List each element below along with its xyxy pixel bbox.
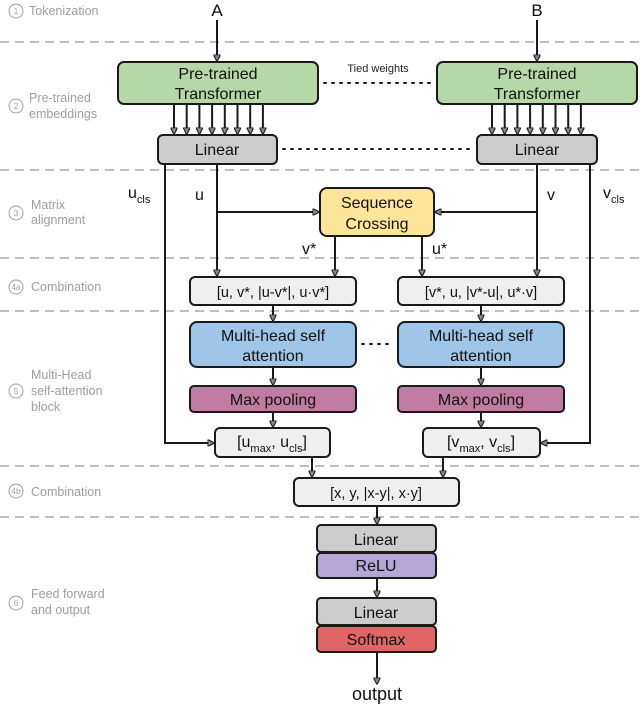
svg-text:Linear: Linear <box>354 605 399 622</box>
svg-text:embeddings: embeddings <box>29 107 97 121</box>
svg-text:2: 2 <box>14 102 19 111</box>
svg-text:and output: and output <box>31 603 91 617</box>
svg-text:attention: attention <box>242 348 303 365</box>
svg-text:Tokenization: Tokenization <box>29 4 99 18</box>
svg-text:Feed forward: Feed forward <box>31 587 105 601</box>
svg-text:Pre-trained: Pre-trained <box>178 66 257 83</box>
svg-text:Transformer: Transformer <box>175 86 262 103</box>
ffn-relu: ReLU <box>316 552 437 579</box>
transformer-left: Pre-trained Transformer <box>117 61 319 105</box>
pooled-right: [vmax, vcls] <box>422 427 541 458</box>
svg-text:3: 3 <box>14 209 19 218</box>
ffn-softmax: Softmax <box>316 625 437 653</box>
linear-right: Linear <box>476 134 598 165</box>
svg-text:block: block <box>31 400 61 414</box>
svg-text:ReLU: ReLU <box>356 558 397 575</box>
svg-text:4a: 4a <box>12 283 21 292</box>
svg-text:Max pooling: Max pooling <box>438 392 524 409</box>
svg-text:Linear: Linear <box>195 142 240 159</box>
svg-text:Linear: Linear <box>515 142 560 159</box>
svg-text:Transformer: Transformer <box>494 86 581 103</box>
svg-text:[v*, u, |v*-u|, u*·v]: [v*, u, |v*-u|, u*·v] <box>425 285 537 301</box>
section-label-combination-4b: 4b Combination <box>8 483 101 499</box>
input-a: A <box>211 1 223 20</box>
svg-text:Matrix: Matrix <box>31 198 66 212</box>
svg-text:Pre-trained: Pre-trained <box>29 91 91 105</box>
combination-final: [x, y, |x-y|, x·y] <box>293 477 460 507</box>
max-pooling-left: Max pooling <box>189 385 357 413</box>
max-pooling-right: Max pooling <box>397 385 565 413</box>
svg-text:alignment: alignment <box>31 213 86 227</box>
mhsa-right: Multi-head self attention <box>397 321 565 368</box>
svg-text:self-attention: self-attention <box>31 384 103 398</box>
svg-text:Pre-trained: Pre-trained <box>497 66 576 83</box>
v-star-label: v* <box>302 241 316 258</box>
u-label: u <box>195 187 204 204</box>
token-arrows <box>174 104 581 134</box>
tied-weights-label: Tied weights <box>347 63 409 75</box>
sequence-crossing: Sequence Crossing <box>319 187 435 237</box>
mhsa-left: Multi-head self attention <box>189 321 357 368</box>
combination-left: [u, v*, |u-v*|, u·v*] <box>189 276 357 306</box>
section-label-feed-forward: 6 Feed forward and output <box>8 587 105 617</box>
section-label-embeddings: 2 Pre-trained embeddings <box>8 91 97 121</box>
svg-text:[x, y, |x-y|, x·y]: [x, y, |x-y|, x·y] <box>330 486 422 502</box>
svg-text:Combination: Combination <box>31 280 101 294</box>
u-star-label: u* <box>432 241 447 258</box>
svg-text:Combination: Combination <box>31 485 101 499</box>
svg-text:Crossing: Crossing <box>345 216 408 233</box>
svg-text:Max pooling: Max pooling <box>230 392 316 409</box>
svg-text:[u, v*, |u-v*|, u·v*]: [u, v*, |u-v*|, u·v*] <box>217 285 329 301</box>
u-cls-label: ucls <box>128 185 151 206</box>
svg-text:Multi-head self: Multi-head self <box>429 328 534 345</box>
svg-text:4b: 4b <box>12 487 21 496</box>
pooled-left: [umax, ucls] <box>214 427 331 458</box>
svg-text:5: 5 <box>14 387 19 396</box>
section-label-combination-4a: 4a Combination <box>8 279 101 295</box>
svg-text:1: 1 <box>14 7 19 16</box>
svg-text:Softmax: Softmax <box>347 632 406 649</box>
transformer-right: Pre-trained Transformer <box>436 61 638 105</box>
svg-text:Sequence: Sequence <box>341 195 413 212</box>
svg-text:6: 6 <box>14 599 19 608</box>
siamese-architecture-diagram: 1 Tokenization 2 Pre-trained embeddings … <box>0 1 640 704</box>
v-cls-label: vcls <box>603 185 625 206</box>
linear-left: Linear <box>157 134 278 165</box>
output-label: output <box>352 684 402 704</box>
svg-text:attention: attention <box>450 348 511 365</box>
v-label: v <box>547 187 555 204</box>
svg-text:Multi-Head: Multi-Head <box>31 368 91 382</box>
input-b: B <box>531 1 542 20</box>
svg-text:Linear: Linear <box>354 532 399 549</box>
combination-right: [v*, u, |v*-u|, u*·v] <box>397 276 565 306</box>
section-label-alignment: 3 Matrix alignment <box>8 198 86 227</box>
section-label-tokenization: 1 Tokenization <box>8 3 99 19</box>
section-label-self-attention: 5 Multi-Head self-attention block <box>8 368 103 414</box>
svg-text:Multi-head self: Multi-head self <box>221 328 326 345</box>
ffn-linear-2: Linear <box>316 597 437 626</box>
ffn-linear-1: Linear <box>316 524 437 553</box>
